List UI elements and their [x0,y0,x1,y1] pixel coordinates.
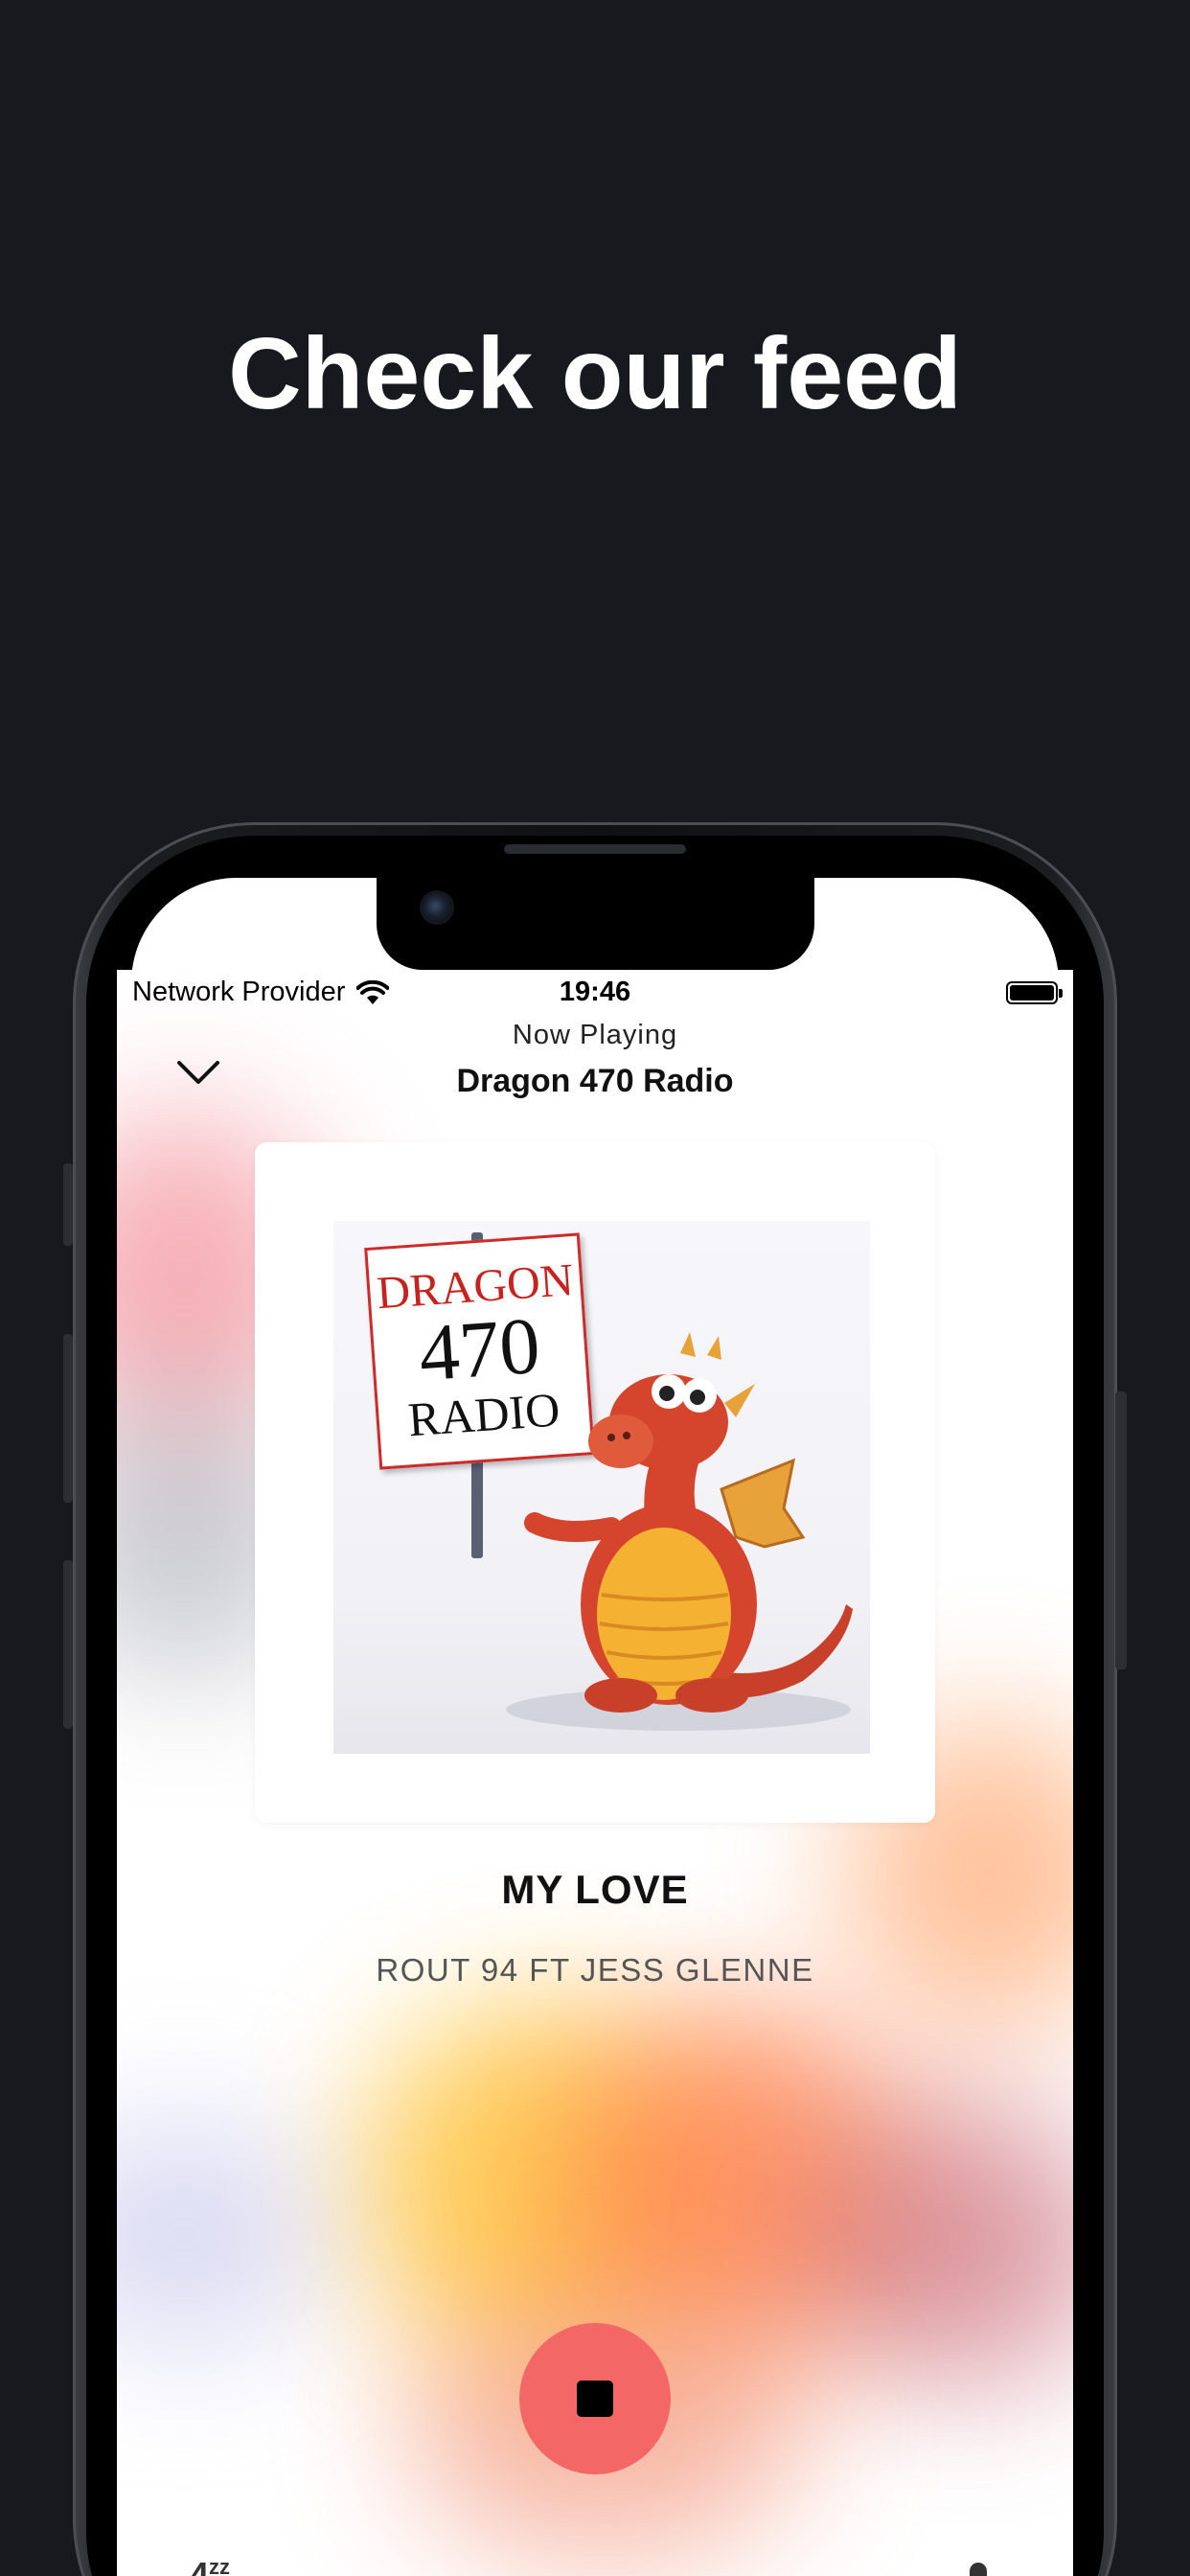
now-playing-label: Now Playing [512,1020,678,1050]
album-artwork: DRAGON 470 RADIO [255,1142,935,1823]
track-artist: ROUT 94 FT JESS GLENNE [376,1952,814,1988]
status-bar: Network Provider 19:46 [117,970,1073,1018]
stop-icon [577,2380,613,2417]
promo-headline: Check our feed [228,317,962,430]
volume-down-button [63,1560,73,1729]
track-title: MY LOVE [501,1867,689,1912]
mute-switch [63,1163,73,1246]
earpiece-speaker [504,844,686,854]
stop-button[interactable] [519,2323,671,2474]
front-camera [423,893,451,922]
station-name: Dragon 470 Radio [456,1063,734,1099]
microphone-icon[interactable] [970,2563,987,2576]
battery-icon [1006,981,1063,1004]
power-button [1115,1392,1127,1669]
status-time: 19:46 [559,977,631,1007]
sleep-timer-icon[interactable]: 4zz [190,2555,230,2576]
promo-stage: Check our feed Network Provider 19:46 No… [0,0,1190,2576]
dragon-mascot [506,1332,853,1731]
volume-up-button [63,1334,73,1503]
bg-blob-lavender [117,2120,328,2350]
artwork-image: DRAGON 470 RADIO [333,1221,870,1754]
now-playing-screen: Network Provider 19:46 Now Playing Drago… [117,970,1073,2576]
